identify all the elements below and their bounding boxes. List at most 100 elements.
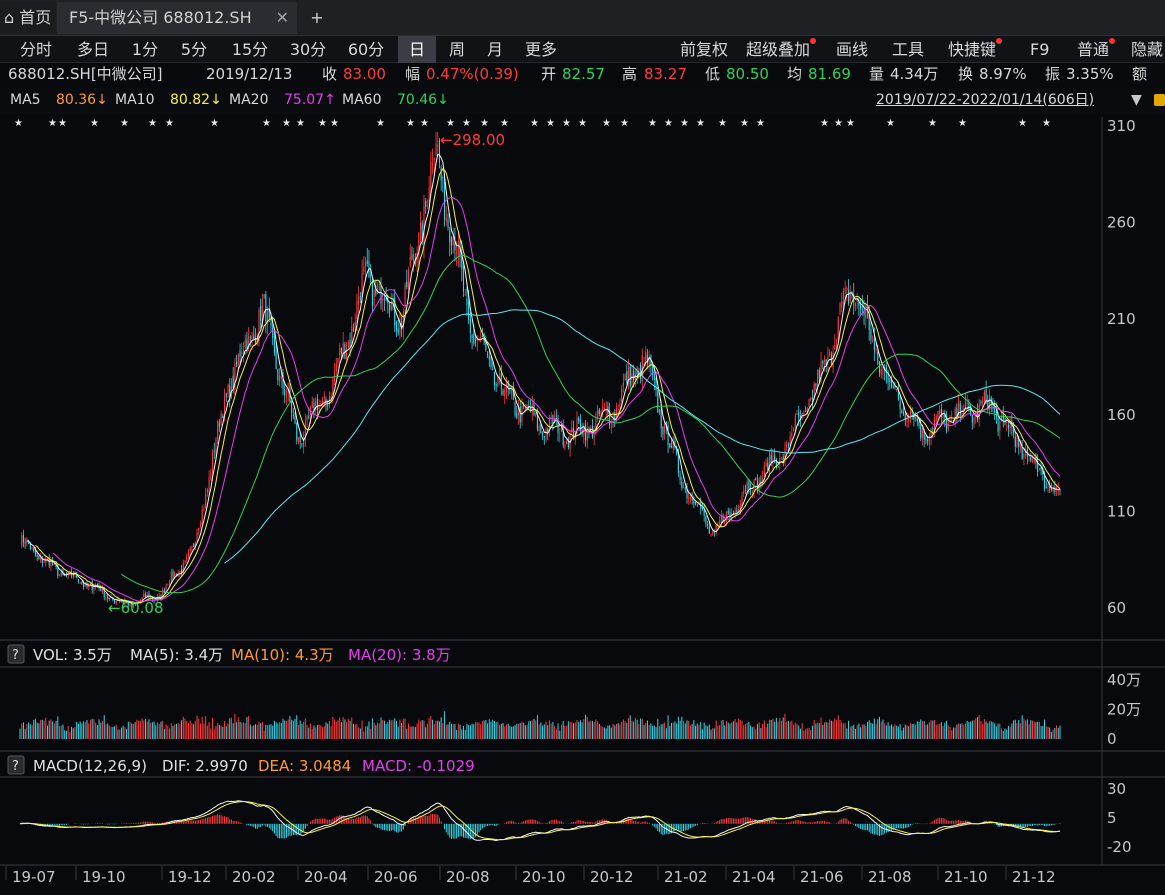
volume-bar xyxy=(724,725,726,739)
candle-body xyxy=(794,415,796,428)
volume-bar xyxy=(71,726,73,739)
macd-histogram-bar xyxy=(1028,823,1030,827)
volume-bar xyxy=(1040,725,1042,739)
volume-bar xyxy=(691,724,693,739)
volume-bar xyxy=(1009,727,1011,739)
volume-bar xyxy=(129,721,131,739)
candle-body xyxy=(79,582,81,584)
event-star-icon: ★ xyxy=(262,118,271,129)
volume-bar xyxy=(696,723,698,739)
volume-bar xyxy=(107,723,109,739)
chart-area[interactable]: 310 260 210 160 110 60 40万 20万 0 30 5 -20 19-07 19-10… xyxy=(0,0,1165,895)
x-axis-tick: 20-06 xyxy=(374,868,418,886)
macd-histogram-bar xyxy=(232,821,234,824)
volume-bar xyxy=(88,723,90,739)
volume-bar xyxy=(823,722,825,739)
macd-histogram-bar xyxy=(199,819,201,824)
macd-histogram-bar xyxy=(485,823,487,827)
volume-bar xyxy=(779,718,781,739)
volume-bar xyxy=(511,726,513,739)
candle-body xyxy=(669,443,671,448)
volume-bar xyxy=(554,726,556,739)
macd-axis-tick: 30 xyxy=(1107,780,1126,798)
volume-bar xyxy=(992,722,994,739)
candle-body xyxy=(253,334,255,339)
candle-body xyxy=(279,375,281,382)
volume-bar xyxy=(416,723,418,739)
macd-histogram-bar xyxy=(229,819,231,824)
candle-body xyxy=(22,534,24,543)
candle-body xyxy=(808,399,810,407)
volume-bar xyxy=(738,718,740,739)
candle-body xyxy=(811,397,814,400)
macd-axis-tick: -20 xyxy=(1107,838,1132,856)
volume-bar xyxy=(1044,719,1046,739)
volume-bar xyxy=(968,722,970,739)
x-axis-tick: 20-10 xyxy=(522,868,566,886)
volume-bar xyxy=(287,719,289,739)
candle-body xyxy=(514,402,516,416)
candle-body xyxy=(299,436,301,442)
macd-histogram-bar xyxy=(463,823,465,838)
macd-histogram-bar xyxy=(722,818,724,824)
macd-histogram-bar xyxy=(634,821,636,824)
volume-bar xyxy=(79,721,81,739)
volume-bar xyxy=(421,720,423,739)
macd-dif-line xyxy=(19,800,1061,842)
volume-bar xyxy=(624,721,626,739)
candle-body xyxy=(684,487,686,490)
macd-histogram-bar xyxy=(951,820,953,824)
volume-bar xyxy=(913,723,915,739)
macd-histogram-bar xyxy=(932,821,934,824)
candle-body xyxy=(210,473,212,479)
macd-histogram-bar xyxy=(153,822,155,824)
candle-body xyxy=(890,380,893,388)
volume-bar xyxy=(652,726,654,739)
volume-bar xyxy=(237,717,239,739)
volume-bar xyxy=(426,723,428,739)
volume-bar xyxy=(456,730,458,739)
candle-body xyxy=(653,373,655,381)
event-star-icon: ★ xyxy=(120,118,129,129)
volume-bar xyxy=(818,723,820,739)
macd-histogram-bar xyxy=(870,823,872,834)
candle-body xyxy=(378,283,380,290)
volume-bar xyxy=(939,723,941,739)
event-star-icon: ★ xyxy=(756,118,765,129)
macd-histogram-bar xyxy=(705,823,707,824)
macd-histogram-bar xyxy=(320,818,322,824)
candle-body xyxy=(146,594,148,596)
candle-body xyxy=(603,408,606,410)
candle-body xyxy=(959,403,961,416)
volume-bar xyxy=(413,726,415,739)
macd-histogram-bar xyxy=(729,818,731,824)
volume-bar xyxy=(760,727,762,739)
volume-bar xyxy=(342,717,344,739)
volume-bar xyxy=(848,720,850,739)
candle-body xyxy=(662,426,664,435)
macd-histogram-bar xyxy=(827,822,829,824)
candle-body xyxy=(492,368,494,370)
candle-body xyxy=(555,415,557,417)
volume-bar xyxy=(201,716,203,739)
volume-bar xyxy=(432,719,434,739)
candle-body xyxy=(791,433,793,437)
candle-body xyxy=(696,505,698,507)
event-star-icon: ★ xyxy=(48,118,57,129)
volume-bar xyxy=(901,730,903,739)
volume-bar xyxy=(366,726,368,739)
candle-body xyxy=(440,168,442,181)
macd-value: MACD: -0.1029 xyxy=(362,757,475,775)
candle-body xyxy=(1019,445,1022,448)
volume-bar xyxy=(695,725,697,739)
volume-bar xyxy=(798,725,800,739)
macd-histogram-bar xyxy=(62,823,64,826)
volume-bar xyxy=(187,722,189,739)
candle-body xyxy=(339,348,341,356)
candle-body xyxy=(622,382,624,387)
macd-histogram-bar xyxy=(64,823,66,826)
candle-body xyxy=(658,410,661,412)
volume-bar xyxy=(383,720,385,739)
macd-histogram-bar xyxy=(681,823,683,832)
volume-bar xyxy=(72,728,74,739)
